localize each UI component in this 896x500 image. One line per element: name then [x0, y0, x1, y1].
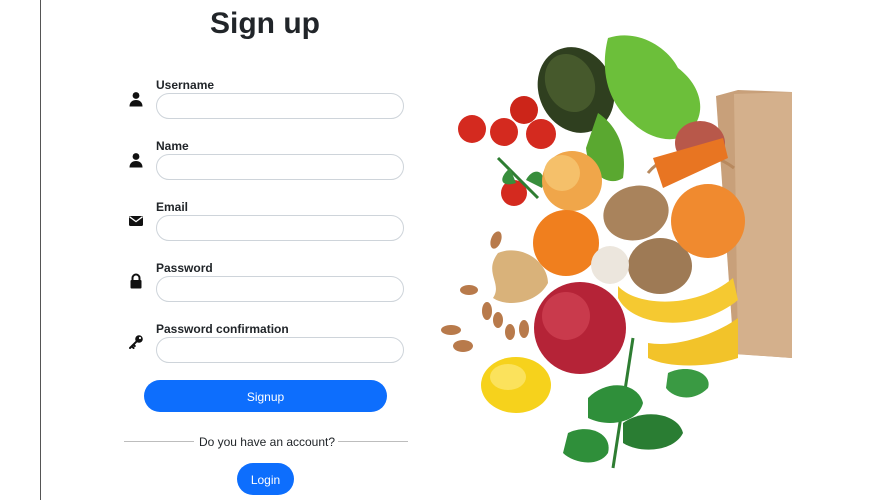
divider-line-left	[124, 441, 194, 442]
username-input[interactable]	[156, 93, 404, 119]
username-field-group: Username	[124, 78, 414, 134]
login-button[interactable]: Login	[237, 463, 294, 495]
lock-icon	[130, 273, 142, 289]
user-icon	[129, 153, 143, 168]
username-label: Username	[156, 78, 215, 92]
signup-button[interactable]: Signup	[144, 380, 387, 412]
password-field-group: Password	[124, 261, 414, 317]
page-title: Sign up	[210, 7, 320, 40]
key-icon	[129, 335, 143, 349]
email-input[interactable]	[156, 215, 404, 241]
envelope-icon	[129, 216, 143, 226]
user-icon	[129, 92, 143, 107]
name-label: Name	[156, 139, 189, 153]
groceries-image	[441, 35, 792, 469]
left-border	[40, 0, 41, 500]
email-field-group: Email	[124, 200, 414, 256]
password-confirmation-label: Password confirmation	[156, 322, 289, 336]
password-confirmation-input[interactable]	[156, 337, 404, 363]
name-input[interactable]	[156, 154, 404, 180]
password-label: Password	[156, 261, 213, 275]
name-field-group: Name	[124, 139, 414, 195]
email-label: Email	[156, 200, 189, 214]
account-prompt: Do you have an account?	[198, 435, 336, 449]
divider-line-right	[338, 441, 408, 442]
password-confirmation-field-group: Password confirmation	[124, 322, 414, 378]
account-divider: Do you have an account?	[124, 434, 408, 450]
password-input[interactable]	[156, 276, 404, 302]
